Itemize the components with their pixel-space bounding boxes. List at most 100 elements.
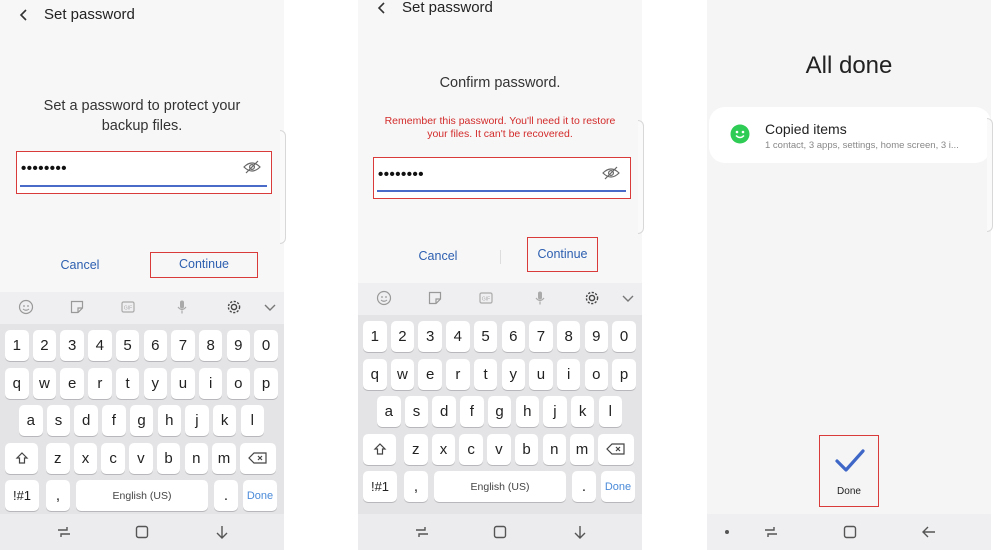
key-3[interactable]: 3 <box>418 321 442 352</box>
key-r[interactable]: r <box>88 367 112 399</box>
key-f[interactable]: f <box>460 396 484 427</box>
done-button[interactable]: Done <box>819 435 879 507</box>
key-3[interactable]: 3 <box>60 330 84 361</box>
key-k[interactable]: k <box>570 396 595 427</box>
key-t[interactable]: t <box>473 358 498 390</box>
gif-icon[interactable]: GIF <box>478 290 494 306</box>
done-key[interactable]: Done <box>243 480 277 511</box>
home-icon[interactable] <box>134 524 150 540</box>
key-c[interactable]: c <box>101 442 125 474</box>
key-d[interactable]: d <box>74 405 98 436</box>
key-8[interactable]: 8 <box>556 321 581 352</box>
gif-icon[interactable]: GIF <box>120 299 136 315</box>
mic-icon[interactable] <box>532 290 548 306</box>
shift-key[interactable] <box>363 433 396 465</box>
key-4[interactable]: 4 <box>446 321 470 352</box>
key-e[interactable]: e <box>418 358 442 390</box>
key-9[interactable]: 9 <box>584 321 609 352</box>
hide-keyboard-icon[interactable] <box>214 524 230 540</box>
key-o[interactable]: o <box>584 358 609 390</box>
sticker-icon[interactable] <box>427 290 443 306</box>
key-r[interactable]: r <box>446 358 470 390</box>
key-d[interactable]: d <box>432 396 456 427</box>
space-key[interactable]: English (US) <box>76 480 208 511</box>
key-s[interactable]: s <box>46 405 71 436</box>
key-g[interactable]: g <box>129 405 154 436</box>
key-u[interactable]: u <box>529 358 553 390</box>
key-h[interactable]: h <box>157 405 181 436</box>
home-icon[interactable] <box>492 524 508 540</box>
key-o[interactable]: o <box>226 367 251 399</box>
emoji-icon[interactable] <box>376 290 392 306</box>
continue-button[interactable]: Continue <box>527 237 598 272</box>
edge-panel-handle[interactable] <box>280 130 286 244</box>
key-5[interactable]: 5 <box>115 330 140 361</box>
key-u[interactable]: u <box>171 367 195 399</box>
key-0[interactable]: 0 <box>254 330 278 361</box>
key-m[interactable]: m <box>212 442 236 474</box>
edge-panel-handle[interactable] <box>638 120 644 234</box>
key-6[interactable]: 6 <box>501 321 525 352</box>
settings-gear-icon[interactable] <box>584 290 600 306</box>
comma-key[interactable]: , <box>46 480 70 511</box>
key-g[interactable]: g <box>487 396 512 427</box>
edge-panel-handle[interactable] <box>987 118 993 232</box>
symbols-key[interactable]: !#1 <box>363 471 397 502</box>
chevron-down-icon[interactable] <box>620 290 636 306</box>
space-key[interactable]: English (US) <box>434 471 566 502</box>
chevron-down-icon[interactable] <box>262 299 278 315</box>
settings-gear-icon[interactable] <box>226 299 242 315</box>
key-q[interactable]: q <box>5 367 29 399</box>
back-arrow-icon[interactable] <box>18 9 30 21</box>
recent-apps-icon[interactable] <box>763 524 779 540</box>
key-c[interactable]: c <box>459 433 483 465</box>
key-5[interactable]: 5 <box>473 321 498 352</box>
key-6[interactable]: 6 <box>143 330 167 361</box>
key-a[interactable]: a <box>377 396 401 427</box>
key-q[interactable]: q <box>363 358 387 390</box>
comma-key[interactable]: , <box>404 471 428 502</box>
key-1[interactable]: 1 <box>5 330 29 361</box>
cancel-button[interactable]: Cancel <box>408 249 468 263</box>
copied-items-card[interactable]: Copied items 1 contact, 3 apps, settings… <box>709 107 991 163</box>
key-z[interactable]: z <box>46 442 70 474</box>
key-p[interactable]: p <box>254 367 278 399</box>
shift-key[interactable] <box>5 442 38 474</box>
home-icon[interactable] <box>842 524 858 540</box>
hide-keyboard-icon[interactable] <box>572 524 588 540</box>
key-w[interactable]: w <box>390 358 415 390</box>
key-4[interactable]: 4 <box>88 330 112 361</box>
key-m[interactable]: m <box>570 433 594 465</box>
mic-icon[interactable] <box>174 299 190 315</box>
key-f[interactable]: f <box>102 405 126 436</box>
backspace-key[interactable] <box>598 433 634 465</box>
key-7[interactable]: 7 <box>529 321 553 352</box>
backspace-key[interactable] <box>240 442 276 474</box>
key-t[interactable]: t <box>115 367 140 399</box>
key-v[interactable]: v <box>487 433 511 465</box>
period-key[interactable]: . <box>572 471 596 502</box>
key-x[interactable]: x <box>431 433 456 465</box>
key-h[interactable]: h <box>515 396 539 427</box>
key-9[interactable]: 9 <box>226 330 251 361</box>
key-j[interactable]: j <box>185 405 209 436</box>
key-i[interactable]: i <box>198 367 223 399</box>
key-z[interactable]: z <box>404 433 428 465</box>
key-n[interactable]: n <box>542 433 566 465</box>
symbols-key[interactable]: !#1 <box>5 480 39 511</box>
hide-password-icon[interactable] <box>243 160 261 174</box>
emoji-icon[interactable] <box>18 299 34 315</box>
password-field[interactable]: •••••••• <box>16 151 272 194</box>
key-j[interactable]: j <box>543 396 567 427</box>
recent-apps-icon[interactable] <box>414 524 430 540</box>
key-v[interactable]: v <box>129 442 153 474</box>
key-b[interactable]: b <box>514 433 539 465</box>
key-s[interactable]: s <box>404 396 429 427</box>
continue-button[interactable]: Continue <box>150 252 258 278</box>
cancel-button[interactable]: Cancel <box>50 258 110 272</box>
key-p[interactable]: p <box>612 358 636 390</box>
key-e[interactable]: e <box>60 367 84 399</box>
key-k[interactable]: k <box>212 405 237 436</box>
key-n[interactable]: n <box>184 442 208 474</box>
key-l[interactable]: l <box>240 405 265 436</box>
